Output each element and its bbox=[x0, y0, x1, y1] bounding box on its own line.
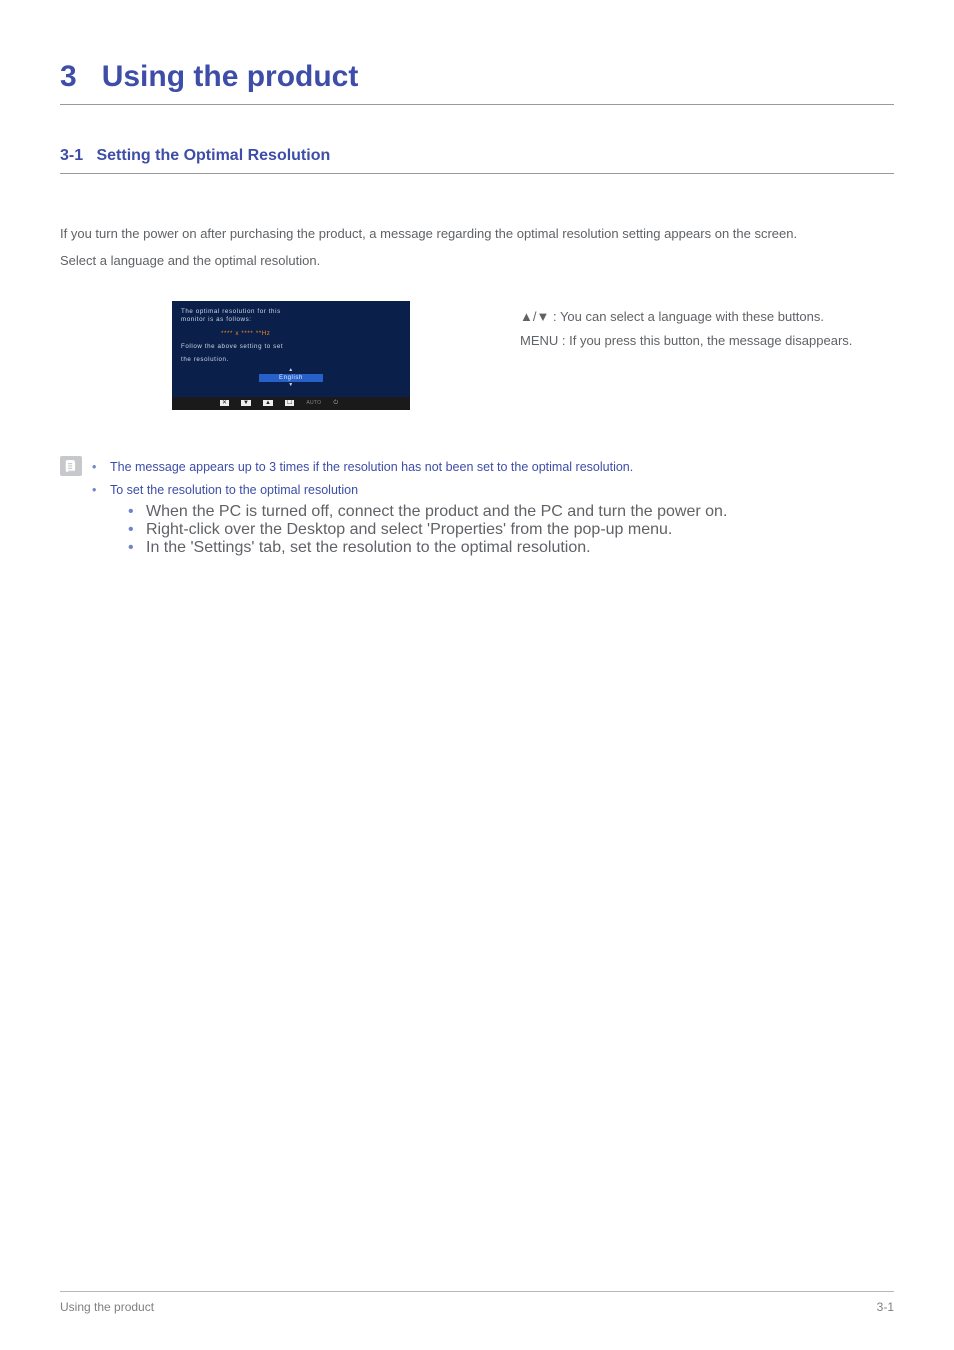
bezel-down-icon: ▼ bbox=[241, 400, 251, 406]
bezel-close-icon: ✕ bbox=[220, 400, 229, 406]
osd-figure: The optimal resolution for this monitor … bbox=[172, 301, 410, 410]
caption-line2: MENU : If you press this button, the mes… bbox=[520, 329, 852, 354]
bezel-up-icon: ▲ bbox=[263, 400, 273, 406]
figure-row: The optimal resolution for this monitor … bbox=[60, 301, 894, 410]
note-block: The message appears up to 3 times if the… bbox=[60, 456, 894, 558]
section-number: 3-1 bbox=[60, 147, 83, 164]
bezel-power-icon: ⏻ bbox=[333, 400, 338, 406]
footer-right: 3-1 bbox=[877, 1300, 894, 1314]
bezel-auto-label: AUTO bbox=[306, 401, 321, 406]
osd-bezel: ✕ ▼ ▲ ☐ AUTO ⏻ bbox=[172, 397, 410, 410]
chapter-name: Using the product bbox=[102, 60, 359, 93]
note-item-2: To set the resolution to the optimal res… bbox=[92, 479, 727, 503]
figure-caption: ▲/▼ : You can select a language with the… bbox=[520, 301, 852, 354]
section-title: 3-1 Setting the Optimal Resolution bbox=[60, 147, 894, 165]
osd-resolution: **** x **** **Hz bbox=[221, 330, 401, 337]
note-content: The message appears up to 3 times if the… bbox=[92, 456, 727, 558]
intro-p2: Select a language and the optimal resolu… bbox=[60, 247, 894, 274]
osd-language-picker: ▲ English ▼ bbox=[181, 368, 401, 388]
triangle-up-icon: ▲ bbox=[181, 368, 401, 373]
note-subitem-2: Right-click over the Desktop and select … bbox=[128, 521, 727, 539]
footer-rule bbox=[60, 1291, 894, 1292]
bezel-menu-icon: ☐ bbox=[285, 400, 294, 406]
chapter-title: 3 Using the product bbox=[60, 60, 894, 94]
osd-line2a: Follow the above setting to set bbox=[181, 343, 401, 351]
osd-screen: The optimal resolution for this monitor … bbox=[172, 301, 410, 397]
footer-left: Using the product bbox=[60, 1300, 154, 1314]
section-name: Setting the Optimal Resolution bbox=[96, 147, 330, 164]
footer-row: Using the product 3-1 bbox=[60, 1300, 894, 1314]
page: 3 Using the product 3-1 Setting the Opti… bbox=[0, 0, 954, 1350]
osd-language-value: English bbox=[259, 374, 323, 382]
note-subitem-3: In the 'Settings' tab, set the resolutio… bbox=[128, 539, 727, 557]
note-sublist: When the PC is turned off, connect the p… bbox=[92, 503, 727, 557]
triangle-down-icon: ▼ bbox=[181, 383, 401, 388]
osd-line1b: monitor is as follows: bbox=[181, 316, 401, 324]
note-list: The message appears up to 3 times if the… bbox=[92, 456, 727, 504]
osd-line1a: The optimal resolution for this bbox=[181, 308, 401, 316]
page-footer: Using the product 3-1 bbox=[60, 1291, 894, 1314]
chapter-rule bbox=[60, 104, 894, 105]
intro-text: If you turn the power on after purchasin… bbox=[60, 220, 894, 275]
note-subitem-1: When the PC is turned off, connect the p… bbox=[128, 503, 727, 521]
note-item-1: The message appears up to 3 times if the… bbox=[92, 456, 727, 480]
caption-line1: ▲/▼ : You can select a language with the… bbox=[520, 305, 852, 330]
osd-line2b: the resolution. bbox=[181, 356, 401, 364]
intro-p1: If you turn the power on after purchasin… bbox=[60, 220, 894, 247]
note-icon bbox=[60, 456, 82, 476]
chapter-number: 3 bbox=[60, 60, 77, 93]
section-rule bbox=[60, 173, 894, 174]
